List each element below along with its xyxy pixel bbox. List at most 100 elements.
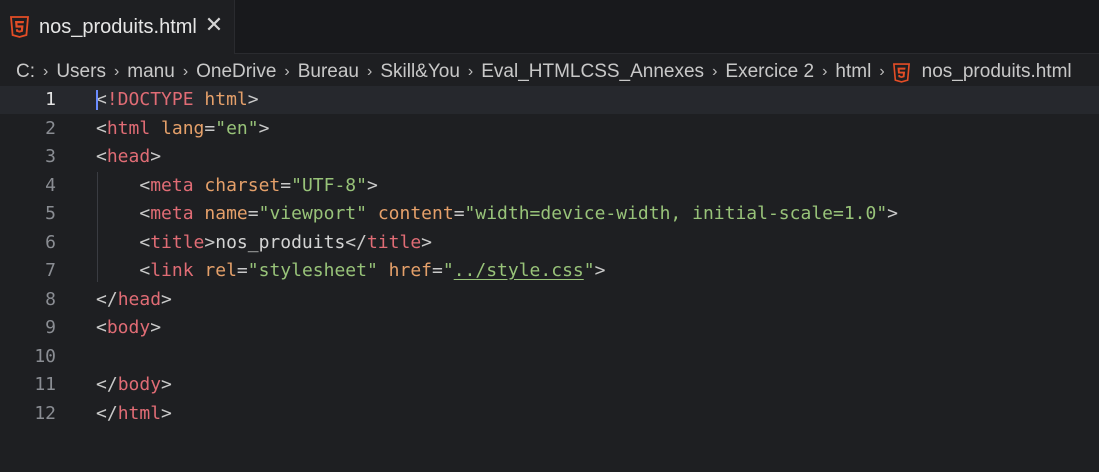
- code-line[interactable]: 2 <html lang="en">: [0, 115, 1099, 143]
- code-token: body: [117, 374, 162, 395]
- code-token: =: [280, 174, 292, 196]
- breadcrumb-item[interactable]: Eval_HTMLCSS_Annexes: [481, 61, 704, 83]
- code-token: </: [345, 231, 367, 253]
- code-line[interactable]: 7 <link rel="stylesheet" href="../style.…: [0, 257, 1099, 285]
- breadcrumb-separator-icon: ›: [182, 63, 189, 80]
- breadcrumb-item[interactable]: manu: [127, 61, 175, 83]
- code-token: "viewport": [258, 203, 367, 224]
- tab-bar: nos_produits.html ✕: [0, 0, 1099, 54]
- code-token: </: [96, 402, 118, 424]
- code-text: </html>: [96, 400, 172, 428]
- code-text: <head>: [96, 143, 161, 171]
- code-token: nos_produits: [215, 231, 346, 253]
- breadcrumb-separator-icon: ›: [43, 63, 49, 80]
- breadcrumb-separator-icon: ›: [467, 63, 474, 80]
- close-icon[interactable]: ✕: [204, 14, 224, 38]
- breadcrumb-item[interactable]: nos_produits.html: [922, 61, 1072, 83]
- line-number: 8: [45, 288, 56, 310]
- code-token: link: [150, 260, 194, 281]
- breadcrumb-separator-icon: ›: [113, 63, 120, 80]
- code-token: ../style.css: [453, 260, 584, 281]
- code-token: =: [432, 260, 443, 281]
- code-text: <!DOCTYPE html>: [96, 86, 259, 114]
- breadcrumb-separator-icon: ›: [822, 63, 828, 80]
- code-token: "stylesheet": [247, 260, 378, 281]
- code-token: >: [204, 231, 216, 253]
- breadcrumb-separator-icon: ›: [284, 63, 290, 80]
- code-line[interactable]: 5 <meta name="viewport" content="width=d…: [0, 200, 1099, 228]
- code-line[interactable]: 3 <head>: [0, 143, 1099, 171]
- breadcrumb-item[interactable]: Users: [56, 61, 106, 83]
- code-token: head: [117, 288, 162, 310]
- code-token: >: [150, 146, 162, 167]
- line-number: 2: [45, 117, 56, 139]
- breadcrumb-item[interactable]: html: [835, 61, 871, 83]
- breadcrumb-item[interactable]: Skill&You: [380, 61, 460, 83]
- breadcrumb-separator-icon: ›: [879, 63, 885, 80]
- code-token: href: [388, 260, 433, 281]
- line-number: 11: [34, 374, 56, 395]
- code-token: >: [258, 117, 270, 139]
- code-token: rel: [204, 260, 237, 281]
- code-line[interactable]: 4 <meta charset="UTF-8">: [0, 172, 1099, 200]
- code-token: >: [421, 231, 432, 253]
- code-editor[interactable]: 1 <!DOCTYPE html> 2 <html lang="en"> 3 <head>…: [0, 86, 1099, 472]
- code-token: >: [594, 260, 606, 281]
- code-token: <: [96, 146, 107, 167]
- code-line[interactable]: 9 <body>: [0, 314, 1099, 342]
- code-token: charset: [204, 174, 281, 196]
- code-token: ": [442, 260, 454, 281]
- code-token: "en": [215, 117, 259, 139]
- line-number: 6: [45, 231, 56, 253]
- code-token: >: [366, 174, 378, 196]
- code-line[interactable]: 8 </head>: [0, 286, 1099, 314]
- line-number: 1: [45, 89, 56, 110]
- code-token: <: [139, 231, 151, 253]
- code-text: <meta charset="UTF-8">: [96, 172, 378, 200]
- code-line[interactable]: 12 </html>: [0, 400, 1099, 428]
- breadcrumb: C: › Users › manu › OneDrive › Bureau › Skill&You ›…: [0, 58, 1099, 86]
- code-token: content: [377, 203, 454, 224]
- code-token: body: [106, 317, 151, 338]
- code-token: </: [96, 374, 118, 395]
- code-token: html: [117, 402, 162, 424]
- breadcrumb-item[interactable]: Bureau: [298, 61, 359, 83]
- code-token: ": [583, 260, 595, 281]
- code-token: =: [236, 260, 248, 281]
- code-token: >: [161, 374, 172, 395]
- code-text: <title>nos_produits</title>: [96, 229, 432, 257]
- code-token: </: [96, 288, 118, 310]
- breadcrumb-item[interactable]: C:: [16, 61, 35, 83]
- code-token: <: [139, 260, 151, 281]
- code-token: =: [247, 203, 259, 224]
- code-token: =: [453, 203, 465, 224]
- line-number: 10: [34, 345, 56, 367]
- code-token: >: [161, 402, 172, 424]
- code-text: </head>: [96, 286, 172, 314]
- code-line[interactable]: 11 </body>: [0, 371, 1099, 399]
- tab-nos-produits[interactable]: nos_produits.html ✕: [0, 0, 235, 54]
- breadcrumb-item[interactable]: Exercice 2: [725, 61, 814, 83]
- code-token: !DOCTYPE: [106, 89, 194, 110]
- code-token: "UTF-8": [291, 174, 367, 196]
- code-line[interactable]: 10: [0, 343, 1099, 371]
- code-token: >: [150, 317, 162, 338]
- code-line[interactable]: 1 <!DOCTYPE html>: [0, 86, 1099, 114]
- line-number: 9: [45, 317, 56, 338]
- breadcrumb-item[interactable]: OneDrive: [196, 61, 276, 83]
- code-line[interactable]: 6 <title>nos_produits</title>: [0, 229, 1099, 257]
- code-token: meta: [150, 203, 194, 224]
- line-number: 5: [45, 203, 56, 224]
- line-number: 12: [34, 402, 56, 424]
- html5-file-icon: [892, 63, 910, 83]
- breadcrumb-separator-icon: ›: [712, 63, 718, 80]
- code-token: name: [204, 203, 248, 224]
- code-text: <body>: [96, 314, 161, 342]
